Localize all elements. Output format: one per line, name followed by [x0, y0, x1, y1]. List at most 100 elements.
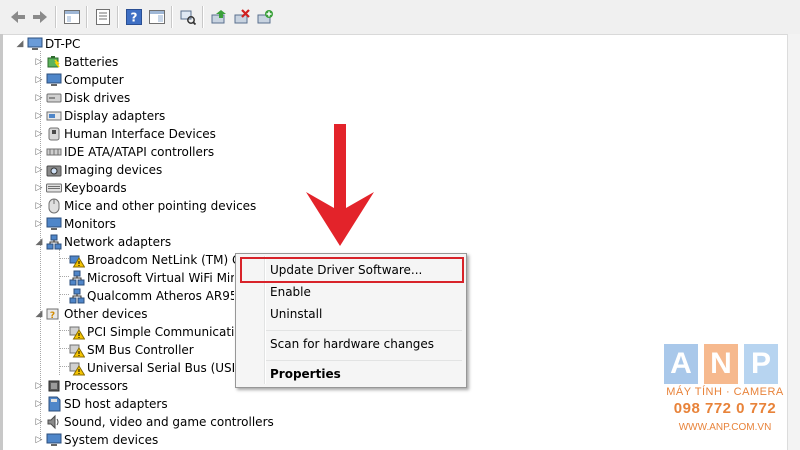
- menu-item-scan-hardware[interactable]: Scan for hardware changes: [270, 333, 434, 355]
- tree-item-label: Batteries: [64, 55, 119, 69]
- tree-root[interactable]: ◢ DT-PC: [14, 35, 81, 53]
- expand-arrow-icon[interactable]: ▷: [33, 161, 45, 179]
- tree-item-label: Computer: [64, 73, 124, 87]
- tree-item-other-devices[interactable]: ◢ ? Other devices: [33, 305, 148, 323]
- tree-item-display-adapters[interactable]: ▷ Display adapters: [33, 107, 166, 125]
- update-driver-icon[interactable]: [209, 7, 229, 27]
- keyboard-icon: [45, 179, 63, 197]
- other-devices-icon: ?: [45, 305, 63, 323]
- menu-separator: [266, 330, 462, 331]
- back-arrow-icon[interactable]: [8, 7, 28, 27]
- tree-item-sound[interactable]: ▷ Sound, video and game controllers: [33, 413, 274, 431]
- ide-controller-icon: [45, 143, 63, 161]
- logo-tiles: A N P: [664, 344, 778, 384]
- network-warning-icon: [68, 251, 86, 269]
- expand-arrow-icon[interactable]: ▷: [33, 395, 45, 413]
- expand-arrow-icon[interactable]: ▷: [33, 71, 45, 89]
- menu-item-uninstall[interactable]: Uninstall: [270, 303, 322, 325]
- tree-item-hid[interactable]: ▷ Human Interface Devices: [33, 125, 216, 143]
- tree-item-label: Human Interface Devices: [64, 127, 216, 141]
- tree-item-label: Mice and other pointing devices: [64, 199, 257, 213]
- expand-arrow-icon[interactable]: ▷: [33, 377, 45, 395]
- logo-tile: N: [704, 344, 738, 384]
- tree-item-computer[interactable]: ▷ Computer: [33, 71, 124, 89]
- device-warning-icon: [68, 359, 86, 377]
- tree-item-label: Microsoft Virtual WiFi Miniport Adapter: [87, 271, 234, 285]
- vertical-scrollbar[interactable]: [787, 34, 800, 450]
- tree-item-system[interactable]: ▷ System devices: [33, 431, 159, 449]
- device-warning-icon: [68, 341, 86, 359]
- sd-card-icon: [45, 395, 63, 413]
- toolbar: ?: [0, 0, 800, 35]
- expand-arrow-icon[interactable]: ▷: [33, 143, 45, 161]
- expand-arrow-icon[interactable]: ▷: [33, 107, 45, 125]
- tree-item-broadcom[interactable]: Broadcom NetLink (TM) Gigabit Ethernet: [68, 251, 253, 269]
- tree-item-pci-simple[interactable]: PCI Simple Communications Controller: [68, 323, 234, 341]
- uninstall-icon[interactable]: [232, 7, 252, 27]
- tree-item-disk-drives[interactable]: ▷ Disk drives: [33, 89, 131, 107]
- tree-item-batteries[interactable]: ▷ Batteries: [33, 53, 119, 71]
- expand-arrow-icon[interactable]: ▷: [33, 89, 45, 107]
- speaker-icon: [45, 413, 63, 431]
- tree-item-label: Processors: [64, 379, 129, 393]
- expand-arrow-icon[interactable]: ▷: [33, 179, 45, 197]
- tree-item-label: Monitors: [64, 217, 116, 231]
- disk-drive-icon: [45, 89, 63, 107]
- enable-device-icon[interactable]: [255, 7, 275, 27]
- expand-arrow-icon[interactable]: ▷: [33, 215, 45, 233]
- tree-item-label: Other devices: [64, 307, 148, 321]
- collapse-arrow-icon[interactable]: ◢: [33, 305, 45, 323]
- tree-item-label: Display adapters: [64, 109, 166, 123]
- tree-item-label: Qualcomm Atheros AR956x Wireless Network…: [87, 289, 234, 303]
- menu-item-enable[interactable]: Enable: [270, 281, 311, 303]
- system-devices-icon: [45, 431, 63, 449]
- network-adapter-icon: [68, 269, 86, 287]
- tree-item-monitors[interactable]: ▷ Monitors: [33, 215, 116, 233]
- tree-item-label: Universal Serial Bus (USB) Controller: [87, 361, 234, 375]
- mouse-icon: [45, 197, 63, 215]
- action-pane-icon[interactable]: [147, 7, 167, 27]
- tree-item-sd-host[interactable]: ▷ SD host adapters: [33, 395, 168, 413]
- expand-arrow-icon[interactable]: ▷: [33, 125, 45, 143]
- tree-item-label: Imaging devices: [64, 163, 163, 177]
- logo-tile: P: [744, 344, 778, 384]
- tree-item-sm-bus[interactable]: SM Bus Controller: [68, 341, 194, 359]
- display-adapter-icon: [45, 107, 63, 125]
- tree-item-keyboards[interactable]: ▷ Keyboards: [33, 179, 127, 197]
- tree-item-mice[interactable]: ▷ Mice and other pointing devices: [33, 197, 256, 215]
- svg-text:?: ?: [50, 311, 55, 321]
- camera-icon: [45, 161, 63, 179]
- logo-website: WWW.ANP.COM.VN: [678, 422, 772, 433]
- toolbar-separator: [117, 6, 119, 28]
- tree-item-label: IDE ATA/ATAPI controllers: [64, 145, 215, 159]
- collapse-arrow-icon[interactable]: ◢: [14, 35, 26, 53]
- expand-arrow-icon[interactable]: ▷: [33, 53, 45, 71]
- logo-phone: 098 772 0 772: [673, 400, 777, 417]
- forward-arrow-icon[interactable]: [30, 7, 50, 27]
- hid-icon: [45, 125, 63, 143]
- expand-arrow-icon[interactable]: ▷: [33, 197, 45, 215]
- console-tree-icon[interactable]: [62, 7, 82, 27]
- menu-item-properties[interactable]: Properties: [270, 363, 341, 385]
- tree-item-processors[interactable]: ▷ Processors: [33, 377, 129, 395]
- monitor-icon: [45, 71, 63, 89]
- anp-logo: A N P MÁY TÍNH · CAMERA 098 772 0 772 WW…: [664, 344, 784, 444]
- collapse-arrow-icon[interactable]: ◢: [33, 233, 45, 251]
- tree-item-virtual-wifi[interactable]: Microsoft Virtual WiFi Miniport Adapter: [68, 269, 234, 287]
- svg-text:?: ?: [131, 11, 138, 25]
- help-icon[interactable]: ?: [124, 7, 144, 27]
- tree-item-usb-controller[interactable]: Universal Serial Bus (USB) Controller: [68, 359, 234, 377]
- tree-item-network[interactable]: ◢ Network adapters: [33, 233, 171, 251]
- tree-item-label: Disk drives: [64, 91, 131, 105]
- tree-item-imaging[interactable]: ▷ Imaging devices: [33, 161, 163, 179]
- tree-item-label: System devices: [64, 433, 159, 447]
- expand-arrow-icon[interactable]: ▷: [33, 431, 45, 449]
- expand-arrow-icon[interactable]: ▷: [33, 413, 45, 431]
- properties-icon[interactable]: [93, 7, 113, 27]
- root-label: DT-PC: [45, 37, 81, 51]
- scan-hardware-icon[interactable]: [178, 7, 198, 27]
- computer-icon: [26, 35, 44, 53]
- tree-item-label: PCI Simple Communications Controller: [87, 325, 234, 339]
- tree-item-ide[interactable]: ▷ IDE ATA/ATAPI controllers: [33, 143, 215, 161]
- tree-item-qualcomm[interactable]: Qualcomm Atheros AR956x Wireless Network…: [68, 287, 234, 305]
